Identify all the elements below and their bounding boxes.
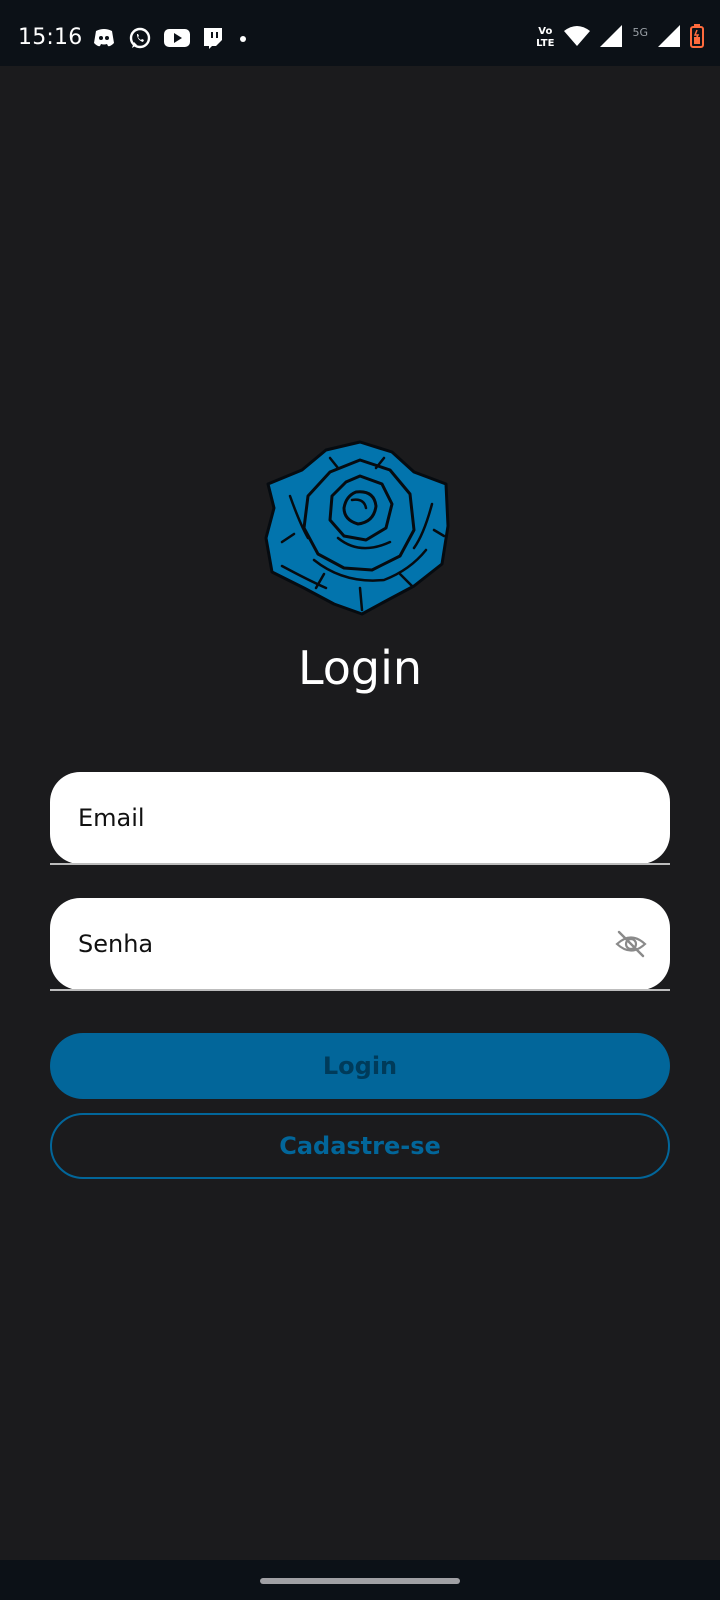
dot-icon [236,31,250,50]
twitch-icon [202,26,224,54]
volte-icon: Vo LTE [536,27,554,49]
youtube-icon [164,28,190,52]
page-title: Login [297,641,423,695]
login-screen: Login Login Cadastre-se [0,66,720,1560]
register-button[interactable]: Cadastre-se [50,1113,670,1179]
wifi-icon [564,25,591,51]
status-time: 15:16 [18,25,83,50]
navigation-bar [0,1560,720,1600]
password-field-container [50,898,670,991]
notification-icons [92,26,250,54]
system-icons: Vo LTE 5G [536,24,704,52]
status-bar: 15:16 Vo LTE 5G [0,0,720,66]
rose-icon [264,438,456,622]
password-input[interactable] [50,898,670,990]
signal-icon [600,25,623,51]
volte-label-top: Vo [538,26,553,37]
network-type-label: 5G [632,25,648,39]
signal-icon-secondary [658,25,680,51]
eye-off-icon[interactable] [614,928,648,960]
whatsapp-icon [128,26,152,54]
login-button[interactable]: Login [50,1033,670,1099]
email-input[interactable] [50,772,670,864]
home-handle[interactable] [260,1578,460,1584]
volte-label-bottom: LTE [536,38,555,49]
email-field-container [50,772,670,865]
discord-icon [92,27,116,53]
battery-icon [690,24,704,52]
